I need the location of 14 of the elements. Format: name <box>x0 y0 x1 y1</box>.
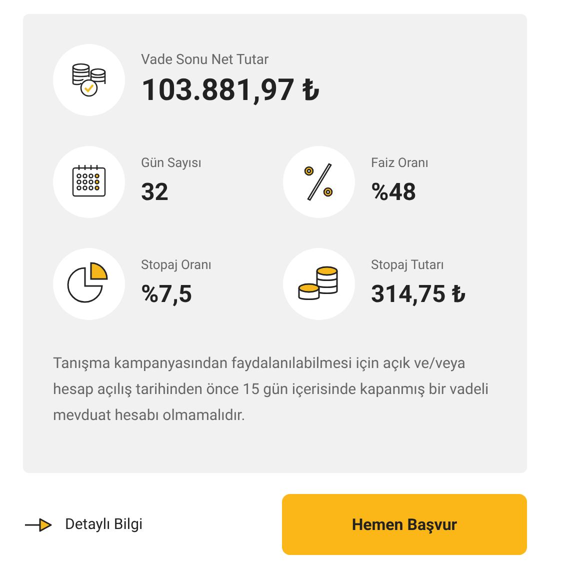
stat-label: Vade Sonu Net Tutar <box>141 50 270 70</box>
stat-value: %7,5 <box>141 278 194 310</box>
arrow-icon <box>25 518 53 532</box>
stat-value: 103.881,97 ₺ <box>141 72 320 110</box>
stat-label: Stopaj Tutarı <box>371 257 445 276</box>
campaign-note: Tanışma kampanyasından faydalanılabilmesi için açık ve/veya hesap açılış tarihinden önce 15 gün içerisinde kapanmış bir vadeli mevduat hesabı olmamalıdır. <box>53 353 490 426</box>
stat-label: Faiz Oranı <box>371 155 428 174</box>
stat-value: %48 <box>371 176 418 208</box>
stat-value: 314,75 ₺ <box>371 278 466 310</box>
apply-button[interactable]: Hemen Başvur <box>282 494 527 555</box>
details-link[interactable]: Detaylı Bilgi <box>25 513 143 536</box>
stat-label: Stopaj Oranı <box>141 257 212 276</box>
stat-value: 32 <box>141 176 170 208</box>
stat-label: Gün Sayısı <box>141 155 202 174</box>
